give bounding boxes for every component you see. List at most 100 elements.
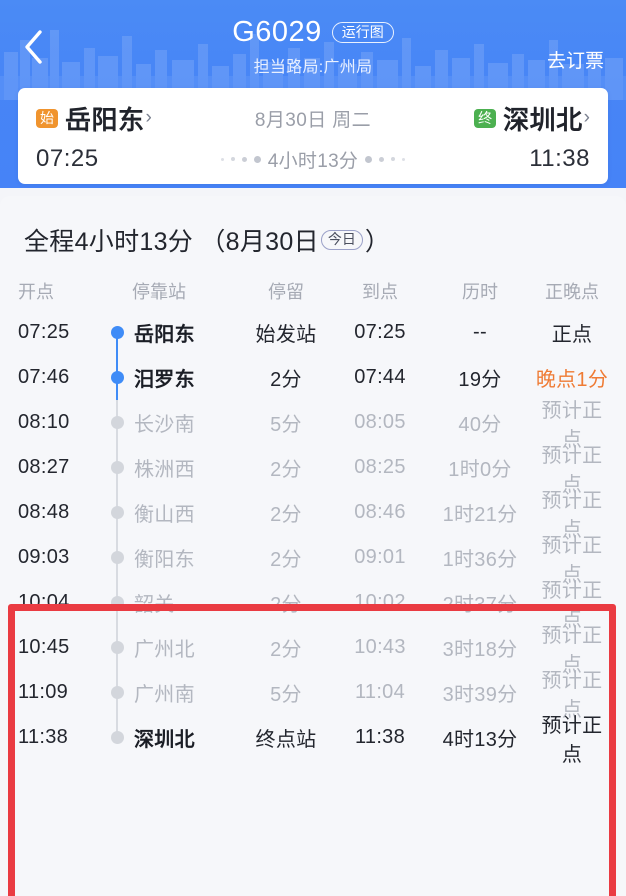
row-rail: [106, 625, 128, 670]
back-button[interactable]: [22, 24, 62, 70]
row-rail: [106, 715, 128, 760]
col-header-elapsed: 历时: [462, 282, 498, 302]
row-elapsed: 40分: [458, 414, 502, 436]
row-station-name: 株洲西: [134, 459, 195, 481]
row-stay-duration: 始发站: [255, 324, 317, 346]
summary-suffix: ）: [364, 228, 391, 256]
stops-table: 开点 停靠站 停留 到点 历时 正晚点 07:25 岳阳东 始发站 07:25 -- 正点…: [0, 272, 626, 766]
col-header-rail: [106, 269, 128, 314]
today-tag[interactable]: 今日: [320, 229, 363, 251]
summary-prefix: 全程4小时13分 （8月30日: [24, 228, 319, 256]
row-depart-time: 10:45: [18, 636, 70, 658]
row-elapsed: 1时0分: [448, 459, 512, 481]
station-dot-icon: [110, 641, 124, 654]
col-header-arrive: 到点: [362, 282, 398, 302]
row-stay-duration: 2分: [270, 459, 302, 481]
train-number: G6029: [232, 16, 322, 48]
row-elapsed: 1时21分: [442, 504, 518, 526]
row-stay-duration: 2分: [270, 594, 302, 616]
row-stay-duration: 5分: [270, 684, 302, 706]
row-station-name: 广州北: [134, 639, 195, 661]
station-dot-icon: [110, 686, 124, 699]
row-elapsed: 2时37分: [442, 594, 518, 616]
station-dot-icon: [110, 596, 124, 609]
table-row[interactable]: 11:38 深圳北 终点站 11:38 4时13分 预计正点: [0, 715, 626, 766]
col-header-status: 正晚点: [545, 282, 599, 302]
destination-badge: 终: [474, 108, 497, 128]
row-status: 预计正点: [541, 714, 603, 766]
row-arrive-time: 07:25: [354, 321, 406, 343]
station-dot-icon: [110, 371, 124, 384]
travel-date: 8月30日 周二: [254, 109, 372, 131]
row-status: 正点: [551, 324, 593, 346]
row-station-name: 衡阳东: [134, 549, 195, 571]
row-station-name: 汨罗东: [134, 369, 195, 391]
chevron-left-icon: [22, 28, 44, 66]
row-rail: [106, 355, 128, 400]
row-depart-time: 07:25: [18, 321, 70, 343]
destination-station-name: 深圳北: [503, 104, 583, 135]
table-row[interactable]: 07:25 岳阳东 始发站 07:25 -- 正点: [0, 310, 626, 355]
origin-departure-time: 07:25: [36, 145, 99, 172]
total-duration: 4小时13分: [267, 150, 359, 172]
book-ticket-button[interactable]: 去订票: [547, 46, 604, 73]
train-schedule-screen: G6029 运行图 担当路局:广州局 去订票 始 岳阳东 › 8月30日 周二 …: [0, 0, 626, 896]
chevron-right-icon: ›: [583, 107, 590, 128]
row-elapsed: 3时39分: [442, 684, 518, 706]
row-depart-time: 11:38: [18, 726, 69, 748]
col-header-station: 停靠站: [132, 282, 186, 302]
row-station-name: 韶关: [134, 594, 175, 616]
running-chart-tag[interactable]: 运行图: [331, 22, 394, 43]
col-header-depart: 开点: [18, 282, 54, 302]
row-arrive-time: 09:01: [354, 546, 406, 568]
station-dot-icon: [110, 551, 124, 564]
row-arrive-time: 07:44: [354, 366, 406, 388]
destination-station[interactable]: 终 深圳北 ›: [420, 100, 590, 137]
row-elapsed: 4时13分: [442, 729, 518, 751]
station-dot-icon: [110, 506, 124, 519]
row-station-name: 深圳北: [134, 729, 195, 751]
route-summary: 全程4小时13分 （8月30日 今日 ）: [0, 196, 626, 258]
station-summary-card: 始 岳阳东 › 8月30日 周二 终 深圳北 › 07:25 4小时13分 11…: [18, 88, 608, 184]
row-elapsed: 3时18分: [442, 639, 518, 661]
row-arrive-time: 11:38: [354, 726, 406, 748]
row-arrive-time: 10:02: [354, 591, 406, 613]
row-stay-duration: 2分: [270, 369, 302, 391]
row-station-name: 广州南: [134, 684, 195, 706]
row-stay-duration: 5分: [270, 414, 302, 436]
row-rail: [106, 535, 128, 580]
dots-right: [365, 155, 406, 163]
row-station-name: 岳阳东: [134, 324, 195, 346]
row-rail: [106, 445, 128, 490]
row-rail: [106, 310, 128, 355]
station-dot-icon: [110, 731, 124, 744]
bureau-label: 担当路局:广州局: [253, 59, 373, 76]
app-header: G6029 运行图 担当路局:广州局 去订票 始 岳阳东 › 8月30日 周二 …: [0, 0, 626, 188]
row-elapsed: 1时36分: [442, 549, 518, 571]
row-stay-duration: 2分: [270, 504, 302, 526]
row-depart-time: 11:09: [18, 681, 69, 703]
origin-station-name: 岳阳东: [65, 104, 145, 135]
row-rail: [106, 670, 128, 715]
row-depart-time: 08:48: [18, 501, 70, 523]
station-dot-icon: [110, 416, 124, 429]
row-rail: [106, 400, 128, 445]
row-rail: [106, 580, 128, 625]
row-arrive-time: 08:46: [354, 501, 406, 523]
duration-indicator: 4小时13分: [220, 146, 406, 173]
row-elapsed: --: [473, 321, 487, 343]
schedule-panel: 全程4小时13分 （8月30日 今日 ） 开点 停靠站 停留 到点 历时 正晚点…: [0, 196, 626, 896]
table-header-row: 开点 停靠站 停留 到点 历时 正晚点: [0, 272, 626, 310]
row-depart-time: 08:27: [18, 456, 70, 478]
row-depart-time: 08:10: [18, 411, 70, 433]
row-station-name: 衡山西: [134, 504, 195, 526]
destination-arrival-time: 11:38: [529, 145, 590, 172]
row-depart-time: 09:03: [18, 546, 70, 568]
header-title-group: G6029 运行图 担当路局:广州局: [0, 16, 626, 77]
row-arrive-time: 11:04: [354, 681, 406, 703]
row-depart-time: 07:46: [18, 366, 70, 388]
row-status: 晚点1分: [535, 369, 609, 391]
origin-station[interactable]: 始 岳阳东 ›: [36, 100, 206, 137]
row-rail: [106, 490, 128, 535]
station-dot-icon: [110, 326, 124, 339]
